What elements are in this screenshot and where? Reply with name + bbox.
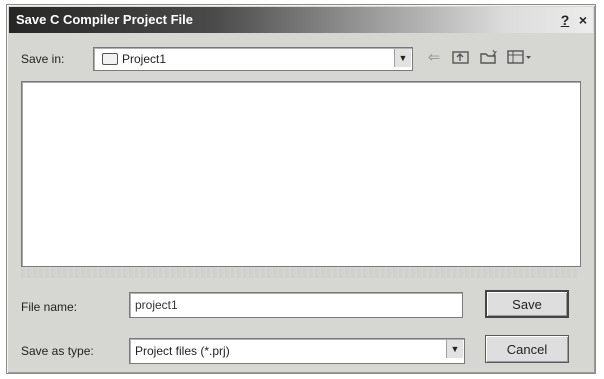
new-folder-icon[interactable] bbox=[480, 49, 498, 67]
save-in-dropdown[interactable]: Project1 ▼ bbox=[93, 47, 413, 71]
cancel-button[interactable]: Cancel bbox=[485, 335, 569, 363]
chevron-down-icon[interactable]: ▼ bbox=[446, 340, 463, 358]
file-name-label: File name: bbox=[21, 300, 78, 314]
folder-icon bbox=[102, 53, 118, 65]
up-folder-svg bbox=[452, 51, 469, 64]
up-folder-icon[interactable] bbox=[452, 49, 470, 67]
new-folder-svg bbox=[480, 49, 498, 64]
save-in-label: Save in: bbox=[21, 52, 65, 66]
dialog-title: Save C Compiler Project File bbox=[16, 12, 194, 27]
save-button[interactable]: Save bbox=[485, 290, 569, 318]
title-bar: Save C Compiler Project File ? × bbox=[9, 7, 593, 33]
save-dialog: Save C Compiler Project File ? × Save in… bbox=[6, 4, 596, 374]
chevron-down-icon[interactable]: ▼ bbox=[394, 49, 411, 67]
help-button[interactable]: ? bbox=[557, 11, 573, 29]
file-list-pane[interactable] bbox=[21, 81, 581, 267]
save-as-type-dropdown[interactable]: Project files (*.prj) ▼ bbox=[129, 338, 465, 364]
save-in-value: Project1 bbox=[122, 52, 167, 66]
save-as-type-value: Project files (*.prj) bbox=[135, 344, 230, 358]
view-menu-icon[interactable] bbox=[507, 49, 533, 67]
back-arrow-icon[interactable]: ⇐ bbox=[425, 49, 443, 67]
dialog-divider bbox=[21, 268, 579, 278]
file-name-input[interactable] bbox=[129, 292, 463, 318]
save-as-type-label: Save as type: bbox=[21, 344, 94, 358]
view-menu-svg bbox=[507, 50, 531, 64]
close-button[interactable]: × bbox=[575, 11, 591, 29]
